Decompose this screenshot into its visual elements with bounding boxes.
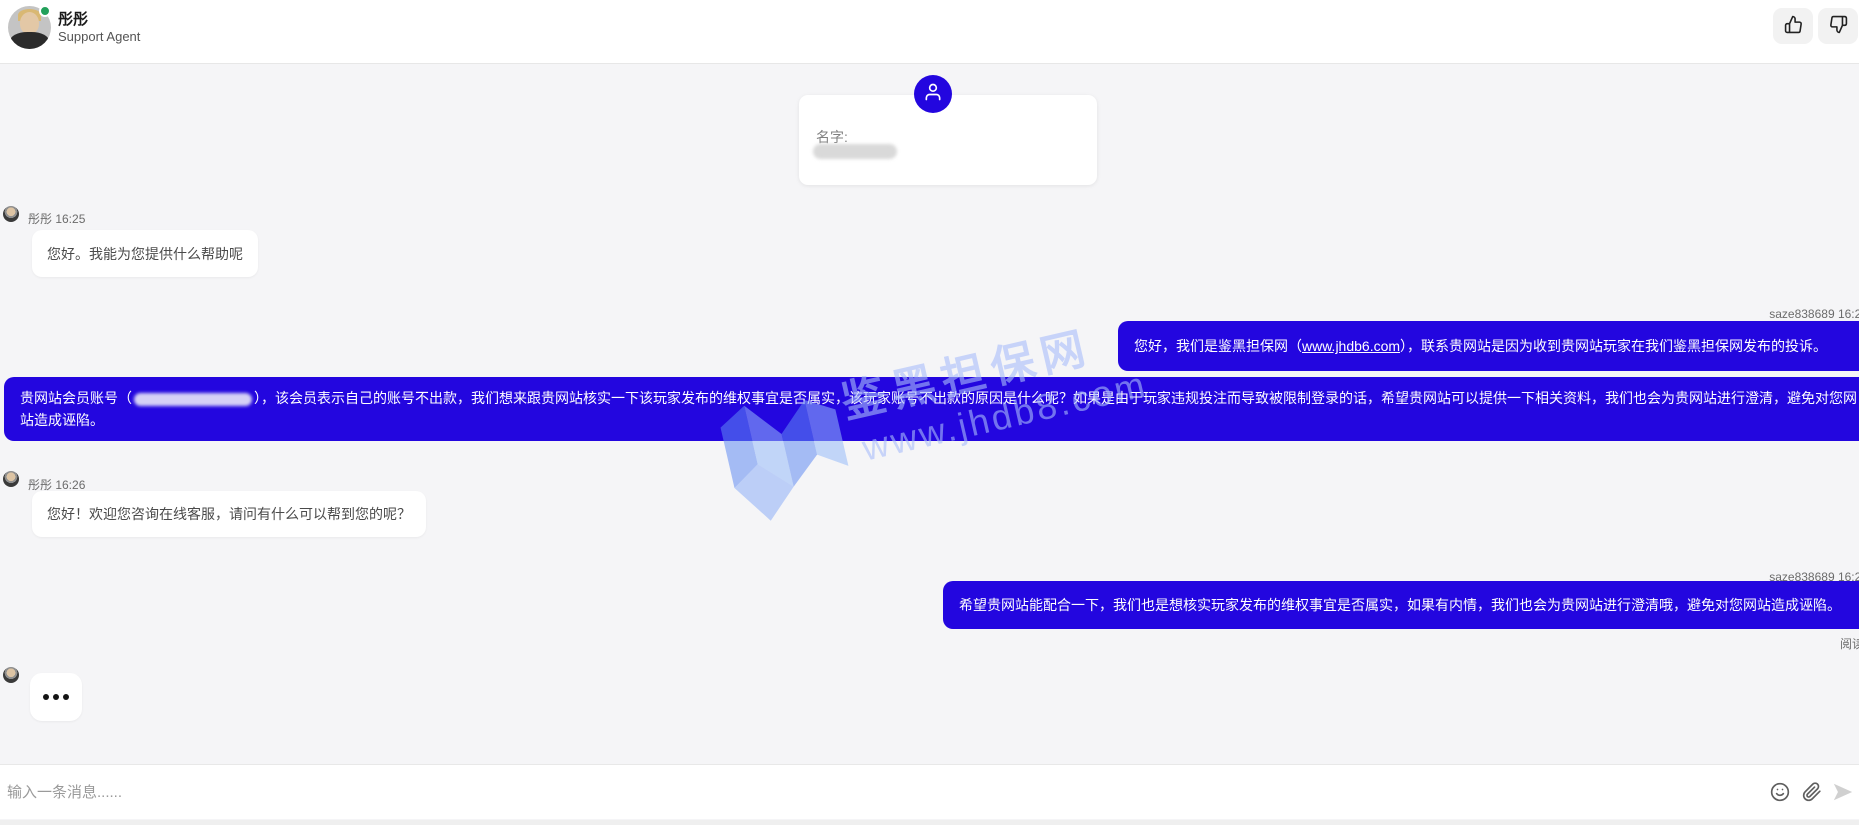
thumbs-down-icon xyxy=(1829,15,1848,37)
user-icon xyxy=(923,82,943,107)
online-status-dot xyxy=(39,5,51,17)
avatar-body xyxy=(10,32,49,49)
typing-dot xyxy=(63,694,69,700)
typing-indicator xyxy=(30,673,82,721)
message-text: ），该会员表示自己的账号不出款，我们想来跟贵网站核实一下该玩家发布的维权事宜是否… xyxy=(20,390,1857,428)
message-text: ），联系贵网站是因为收到贵网站玩家在我们鉴黑担保网发布的投诉。 xyxy=(1400,336,1827,356)
agent-message-bubble: 您好！欢迎您咨询在线客服，请问有什么可以帮到您的呢？ xyxy=(32,491,426,537)
agent-name: 彤彤 xyxy=(58,8,88,29)
agent-mini-avatar xyxy=(3,471,19,487)
avatar-face xyxy=(20,12,39,34)
send-icon[interactable] xyxy=(1832,781,1854,803)
message-text: 您好。我能为您提供什么帮助呢 xyxy=(47,244,243,264)
rate-chat-bad-button[interactable] xyxy=(1818,8,1858,44)
message-text: 贵网站会员账号（ xyxy=(20,390,132,406)
visitor-message-bubble: 您好，我们是鉴黑担保网（www.jhdb6.com），联系贵网站是因为收到贵网站… xyxy=(1118,321,1859,371)
agent-message-bubble: 您好。我能为您提供什么帮助呢 xyxy=(32,230,258,277)
message-meta: saze838689 16:25 xyxy=(1769,307,1859,321)
agent-role: Support Agent xyxy=(58,29,140,44)
emoji-icon[interactable] xyxy=(1770,782,1790,802)
attachment-icon[interactable] xyxy=(1802,782,1822,802)
message-meta: 彤彤 16:25 xyxy=(28,210,85,227)
message-text: 您好！欢迎您咨询在线客服，请问有什么可以帮到您的呢？ xyxy=(47,504,411,524)
rate-chat-good-button[interactable] xyxy=(1773,8,1813,44)
agent-mini-avatar xyxy=(3,206,19,222)
agent-mini-avatar xyxy=(3,667,19,683)
visitor-message-bubble: 贵网站会员账号（），该会员表示自己的账号不出款，我们想来跟贵网站核实一下该玩家发… xyxy=(4,377,1859,441)
message-composer xyxy=(0,764,1859,819)
thumbs-up-icon xyxy=(1784,15,1803,37)
name-field-redacted-value xyxy=(813,144,897,159)
redacted-account-number xyxy=(134,393,252,406)
message-text: 您好，我们是鉴黑担保网（ xyxy=(1134,336,1302,356)
widget-bottom-edge xyxy=(0,820,1859,825)
read-receipt: 阅读 xyxy=(1840,635,1859,652)
chat-header: 彤彤 Support Agent xyxy=(0,0,1859,64)
message-input[interactable] xyxy=(7,765,1707,820)
message-link[interactable]: www.jhdb6.com xyxy=(1302,338,1400,354)
visitor-message-bubble: 希望贵网站能配合一下，我们也是想核实玩家发布的维权事宜是否属实，如果有内情，我们… xyxy=(943,581,1859,629)
message-text: 希望贵网站能配合一下，我们也是想核实玩家发布的维权事宜是否属实，如果有内情，我们… xyxy=(959,595,1841,615)
typing-dot xyxy=(53,694,59,700)
prechat-user-badge xyxy=(914,75,952,113)
typing-dot xyxy=(43,694,49,700)
